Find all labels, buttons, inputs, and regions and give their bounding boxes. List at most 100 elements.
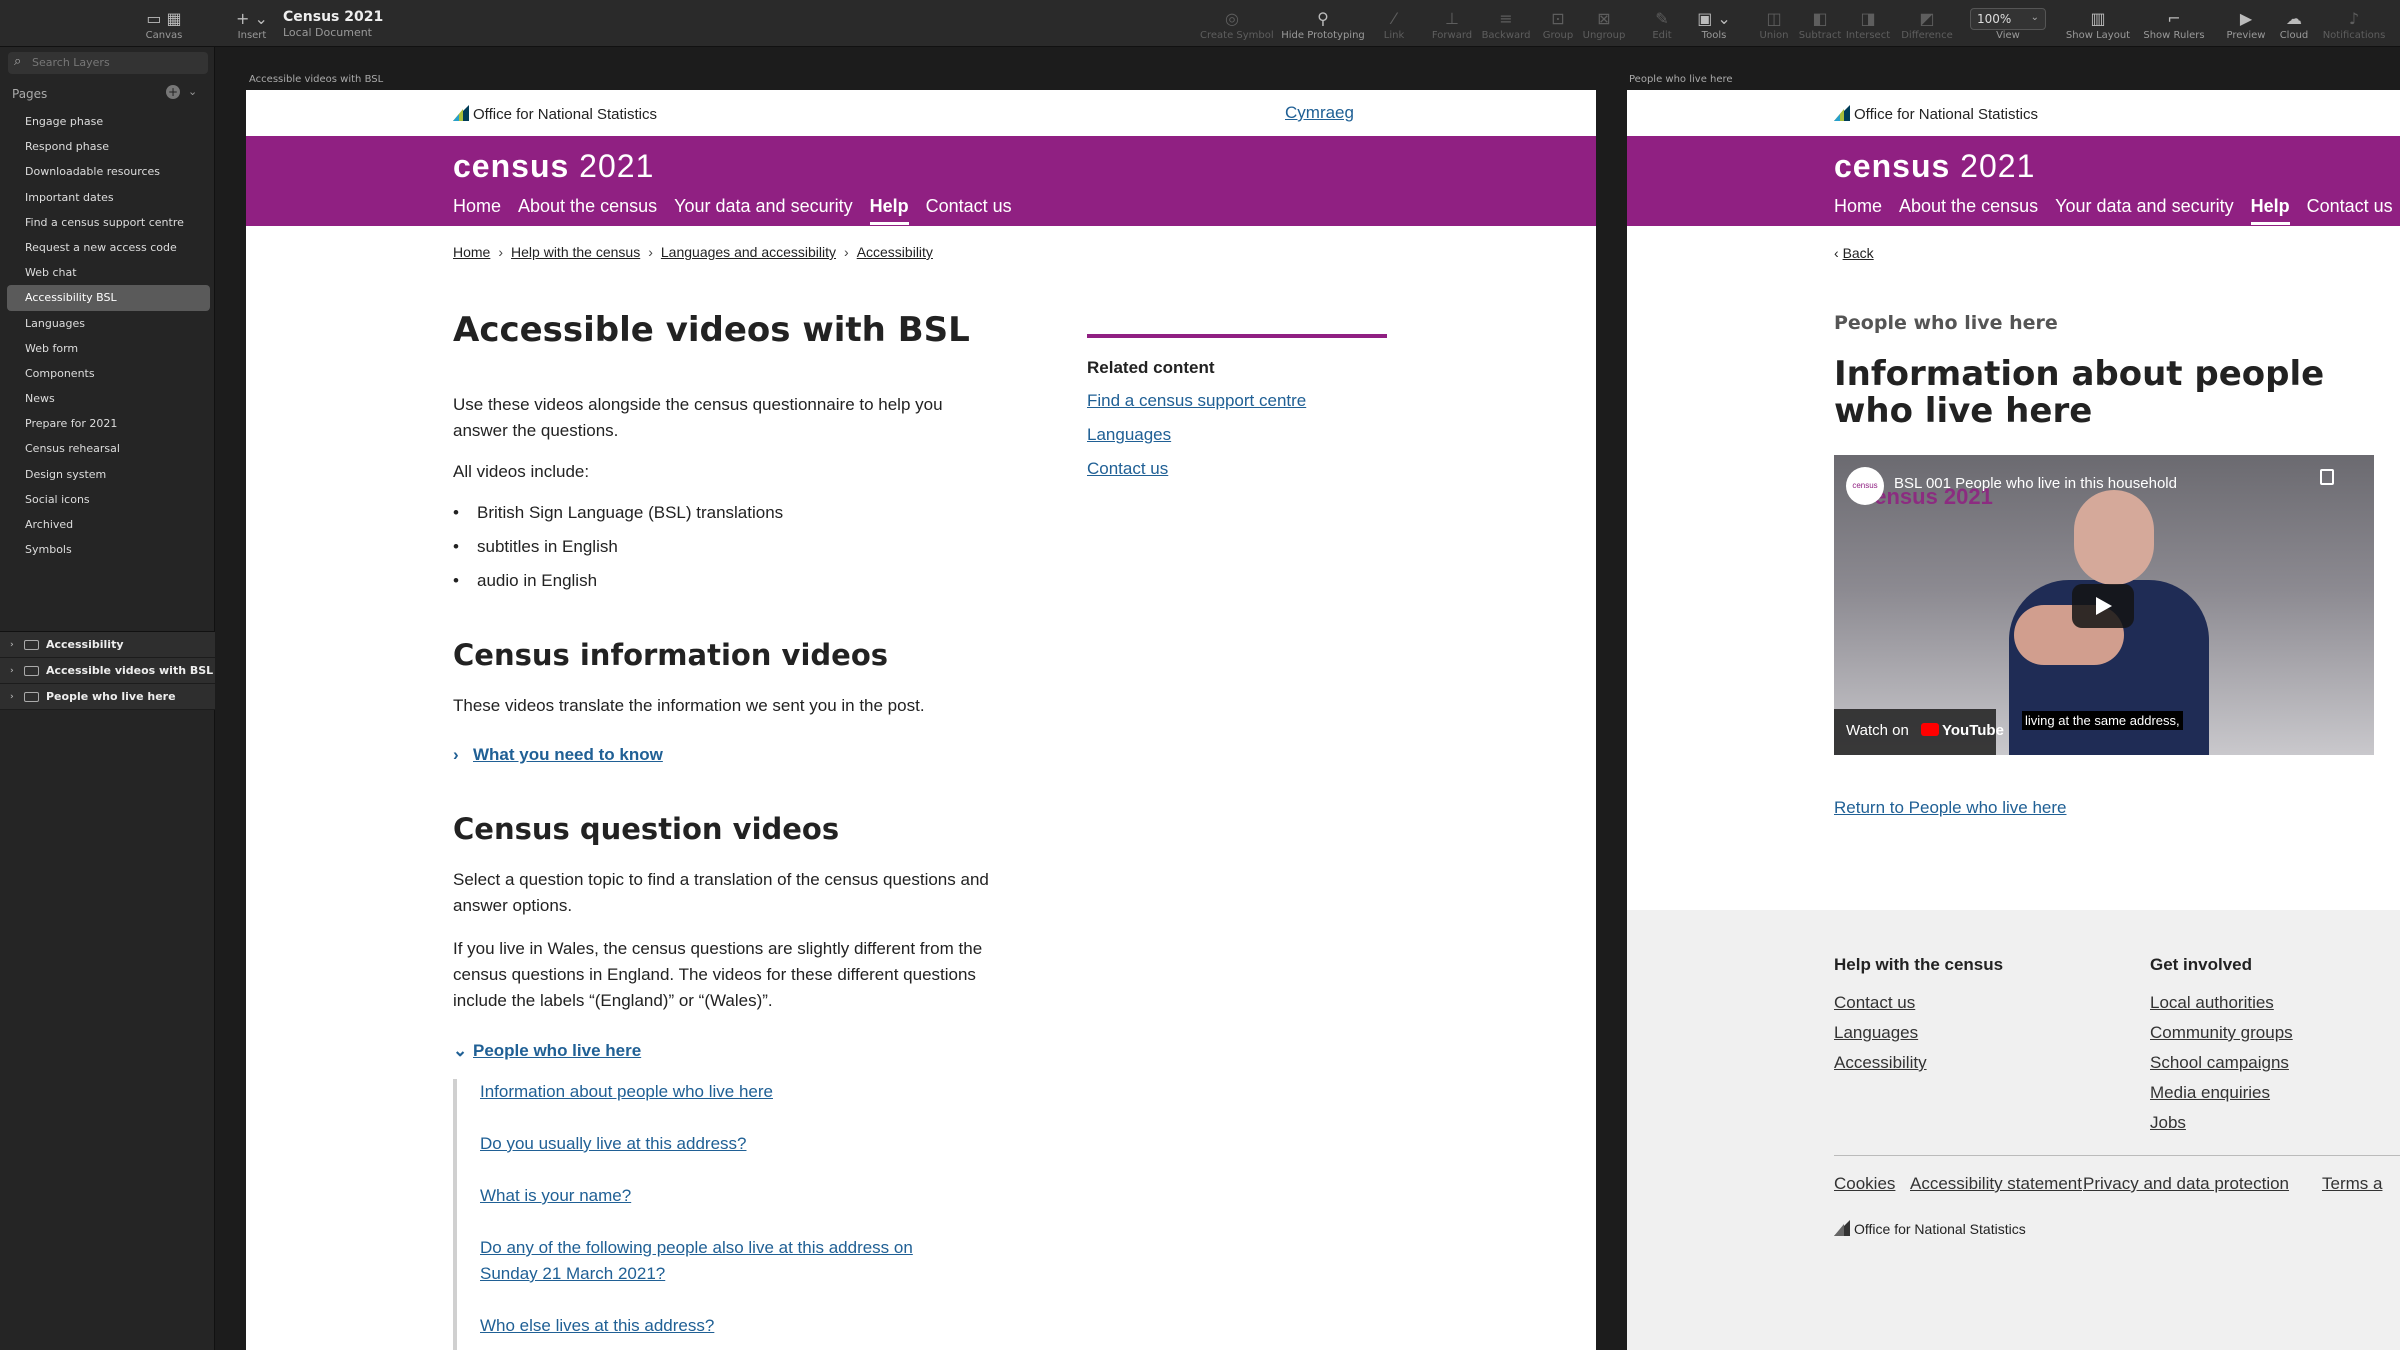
question-link[interactable]: Do any of the following people also live… (480, 1235, 973, 1287)
backward-button[interactable]: ≡ Backward (1476, 8, 1536, 41)
nav-help[interactable]: Help (869, 196, 909, 225)
cloud-button[interactable]: ☁ Cloud (2264, 8, 2324, 41)
footer-link[interactable]: Local authorities (2150, 993, 2274, 1013)
page-item[interactable]: Engage phase (7, 109, 210, 134)
nav-contact[interactable]: Contact us (2307, 196, 2393, 225)
page-item[interactable]: News (7, 386, 210, 411)
question-link[interactable]: What is your name? (480, 1183, 973, 1209)
page-item[interactable]: Web form (7, 336, 210, 361)
footer-legal-link[interactable]: Terms a (2322, 1174, 2382, 1194)
layer-item[interactable]: › Accessible videos with BSL (0, 658, 215, 684)
hide-prototyping-button[interactable]: ⚲ Hide Prototyping (1278, 8, 1368, 41)
question-link[interactable]: Who else lives at this address? (480, 1313, 973, 1339)
page-item[interactable]: Find a census support centre (7, 210, 210, 235)
question-link[interactable]: Information about people who live here (480, 1079, 973, 1105)
video-player[interactable]: census 2021 census BSL 001 People who li… (1834, 455, 2374, 755)
nav-data-security[interactable]: Your data and security (2055, 196, 2233, 225)
intersect-button[interactable]: ◨ Intersect (1838, 8, 1898, 41)
notifications-button[interactable]: ♪ Notifications (2318, 8, 2390, 41)
page-item[interactable]: Design system (7, 462, 210, 487)
page-item[interactable]: Request a new access code (7, 235, 210, 260)
what-you-need-to-know-expander[interactable]: › What you need to know (453, 745, 663, 765)
people-who-live-here-expander[interactable]: ⌄ People who live here (453, 1041, 641, 1061)
add-page-icon[interactable]: + (166, 85, 180, 99)
link-button[interactable]: ⁄ Link (1364, 8, 1424, 41)
artboard-people-who-live-here[interactable]: Office for National Statistics census 20… (1627, 90, 2400, 1350)
page-item[interactable]: Archived (7, 512, 210, 537)
forward-button[interactable]: ⊥ Forward (1424, 8, 1480, 41)
create-symbol-button[interactable]: ◎ Create Symbol (1200, 8, 1274, 41)
page-item[interactable]: Accessibility BSL (7, 285, 210, 311)
breadcrumb-languages[interactable]: Languages and accessibility (661, 244, 836, 260)
difference-button[interactable]: ◩ Difference (1894, 8, 1960, 41)
canvas[interactable]: Accessible videos with BSL People who li… (216, 47, 2400, 1350)
nav-home[interactable]: Home (453, 196, 501, 225)
nav-about[interactable]: About the census (1899, 196, 2038, 225)
search-icon: ⌕ (14, 54, 22, 69)
nav-help[interactable]: Help (2250, 196, 2290, 225)
nav-contact[interactable]: Contact us (926, 196, 1012, 225)
show-layout-button[interactable]: ▥ Show Layout (2058, 8, 2138, 41)
page-item[interactable]: Census rehearsal (7, 436, 210, 461)
artboard-label[interactable]: People who live here (1629, 74, 1733, 85)
channel-avatar[interactable]: census (1846, 467, 1884, 505)
zoom-select[interactable]: 100% ⌄ (1970, 8, 2046, 30)
page-item[interactable]: Languages (7, 311, 210, 336)
footer-link[interactable]: Contact us (1834, 993, 1915, 1013)
back-link[interactable]: ‹ Back (1834, 245, 1874, 261)
census-logo[interactable]: census 2021 (453, 148, 654, 185)
ungroup-button[interactable]: ⊠ Ungroup (1574, 8, 1634, 41)
related-link-languages[interactable]: Languages (1087, 418, 1387, 452)
related-link-contact[interactable]: Contact us (1087, 452, 1387, 486)
artboard-label[interactable]: Accessible videos with BSL (249, 74, 383, 85)
breadcrumb-home[interactable]: Home (453, 244, 490, 260)
nav-about[interactable]: About the census (518, 196, 657, 225)
page-item[interactable]: Components (7, 361, 210, 386)
page-item[interactable]: Prepare for 2021 (7, 411, 210, 436)
copy-link-icon[interactable] (2320, 469, 2334, 485)
return-link[interactable]: Return to People who live here (1834, 798, 2066, 818)
layer-item[interactable]: › Accessibility (0, 632, 215, 658)
disclosure-triangle-icon[interactable]: › (10, 658, 14, 684)
footer-link[interactable]: School campaigns (2150, 1053, 2289, 1073)
watch-on-youtube-button[interactable]: Watch on YouTube (1834, 709, 2004, 755)
nav-data-security[interactable]: Your data and security (674, 196, 852, 225)
edit-button[interactable]: ✎ Edit (1634, 8, 1690, 41)
layer-item[interactable]: › People who live here (0, 684, 215, 710)
breadcrumb-help[interactable]: Help with the census (511, 244, 640, 260)
related-link-support-centre[interactable]: Find a census support centre (1087, 384, 1387, 418)
page-item[interactable]: Social icons (7, 487, 210, 512)
cymraeg-link[interactable]: Cymraeg (1285, 103, 1354, 123)
page-item[interactable]: Important dates (7, 185, 210, 210)
footer-legal-link[interactable]: Privacy and data protection (2083, 1174, 2289, 1194)
canvas-toggle[interactable]: ▭ ▦ Canvas (134, 8, 194, 41)
play-button[interactable] (2072, 584, 2134, 628)
show-rulers-button[interactable]: ⌐ Show Rulers (2134, 8, 2214, 41)
ons-logo[interactable]: Office for National Statistics (453, 105, 657, 123)
disclosure-triangle-icon[interactable]: › (10, 684, 14, 710)
footer-link[interactable]: Media enquiries (2150, 1083, 2270, 1103)
video-title[interactable]: BSL 001 People who live in this househol… (1894, 475, 2177, 492)
search-layers-input[interactable]: ⌕ Search Layers (8, 52, 208, 74)
footer-link[interactable]: Jobs (2150, 1113, 2186, 1133)
census-logo[interactable]: census 2021 (1834, 148, 2035, 185)
disclosure-triangle-icon[interactable]: › (10, 632, 14, 658)
artboard-accessible-videos[interactable]: Office for National Statistics Cymraeg c… (246, 90, 1596, 1350)
footer-link[interactable]: Languages (1834, 1023, 1918, 1043)
footer-legal-link[interactable]: Accessibility statement (1910, 1174, 2082, 1194)
insert-button[interactable]: + ⌄ Insert (222, 8, 282, 41)
breadcrumb-accessibility[interactable]: Accessibility (857, 244, 933, 260)
footer-link[interactable]: Accessibility (1834, 1053, 1927, 1073)
footer-legal-link[interactable]: Cookies (1834, 1174, 1895, 1194)
question-link[interactable]: Do you usually live at this address? (480, 1131, 973, 1157)
page-item[interactable]: Web chat (7, 260, 210, 285)
footer-ons-logo[interactable]: Office for National Statistics (1834, 1220, 2026, 1237)
page-item[interactable]: Respond phase (7, 134, 210, 159)
page-item[interactable]: Downloadable resources (7, 159, 210, 184)
footer-link[interactable]: Community groups (2150, 1023, 2293, 1043)
chevron-down-icon[interactable]: ⌄ (188, 85, 197, 98)
tools-button[interactable]: ▣ ⌄ Tools (1686, 8, 1742, 41)
ons-logo[interactable]: Office for National Statistics (1834, 105, 2038, 123)
nav-home[interactable]: Home (1834, 196, 1882, 225)
page-item[interactable]: Symbols (7, 537, 210, 562)
